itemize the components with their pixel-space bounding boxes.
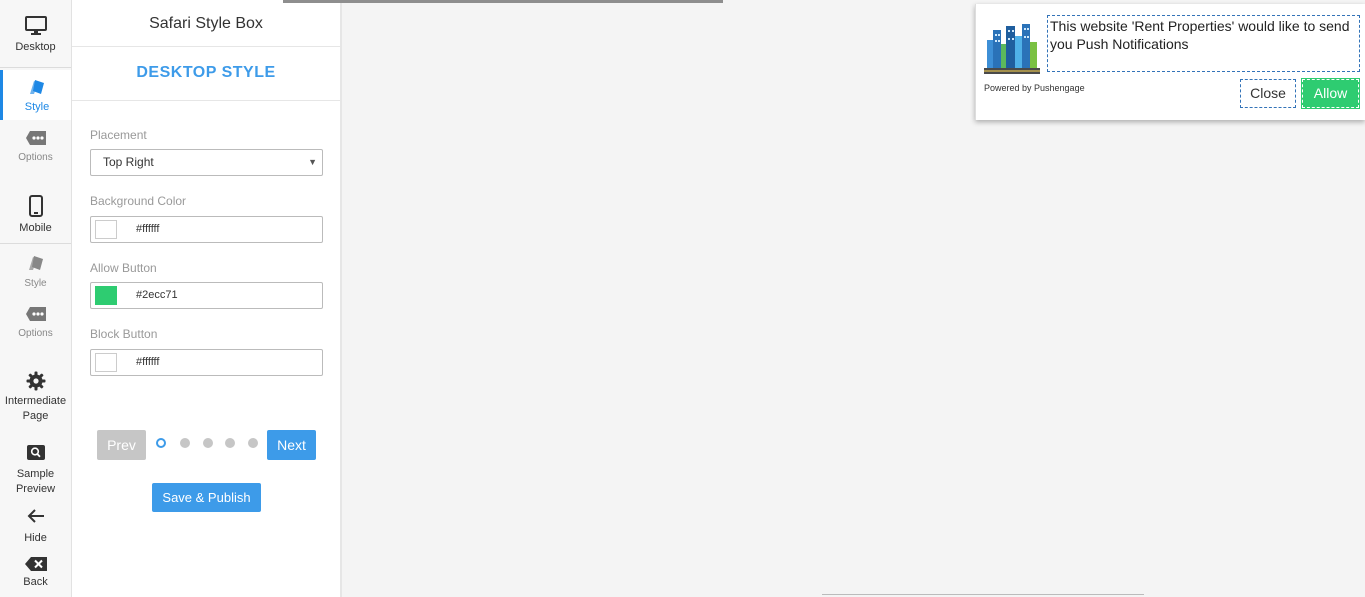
- background-color-value: #ffffff: [136, 223, 160, 235]
- block-button-value: #ffffff: [136, 356, 160, 368]
- options-icon: [25, 131, 46, 145]
- options-icon: [25, 307, 46, 321]
- close-button[interactable]: Close: [1240, 79, 1296, 108]
- allow-button-label: Allow Button: [90, 261, 157, 275]
- rail-back-label: Back: [23, 576, 48, 588]
- mobile-icon: [28, 195, 43, 217]
- next-button[interactable]: Next: [267, 430, 316, 460]
- background-color-label: Background Color: [90, 194, 187, 208]
- allow-button-swatch[interactable]: [95, 286, 117, 305]
- rail-intermediate-label-1: Intermediate: [4, 395, 67, 407]
- section-heading: DESKTOP STYLE: [72, 47, 340, 101]
- magnifier-icon: [26, 445, 45, 460]
- rail-back[interactable]: Back: [0, 556, 71, 596]
- placement-label: Placement: [90, 128, 147, 142]
- rail-divider: [0, 243, 71, 244]
- save-publish-button[interactable]: Save & Publish: [152, 483, 261, 512]
- powered-by-text: Powered by Pushengage: [984, 83, 1085, 93]
- rail-desktop-options[interactable]: Options: [0, 130, 71, 170]
- panel-title: Safari Style Box: [72, 0, 340, 47]
- rail-mobile-style-label: Style: [24, 278, 47, 289]
- caret-down-icon: ▼: [308, 157, 317, 167]
- prev-button[interactable]: Prev: [97, 430, 146, 460]
- rail-desktop-style-label: Style: [24, 101, 50, 113]
- rail-mobile-style[interactable]: Style: [0, 254, 71, 292]
- step-dot[interactable]: [248, 438, 258, 448]
- palette-icon: [30, 80, 44, 94]
- notification-message: This website 'Rent Properties' would lik…: [1047, 15, 1360, 72]
- rail-intermediate-page[interactable]: Intermediate Page: [0, 371, 71, 429]
- rail-intermediate-label-2: Page: [22, 410, 49, 422]
- preview-bottom-line: [822, 594, 1144, 595]
- rail-desktop-style[interactable]: Style: [0, 70, 71, 120]
- block-button-label: Block Button: [90, 327, 158, 341]
- rail-sample-label-1: Sample: [16, 468, 55, 480]
- rail-mobile-label: Mobile: [19, 222, 52, 234]
- rail-desktop[interactable]: Desktop: [0, 16, 71, 64]
- rail-desktop-options-label: Options: [18, 152, 53, 163]
- rail-mobile[interactable]: Mobile: [0, 195, 71, 237]
- step-dot[interactable]: [156, 438, 166, 448]
- background-color-swatch[interactable]: [95, 220, 117, 239]
- step-dot[interactable]: [203, 438, 213, 448]
- allow-button-value: #2ecc71: [136, 289, 178, 301]
- preview-top-bar: [283, 0, 723, 3]
- placement-value: Top Right: [103, 155, 154, 169]
- gear-icon: [26, 371, 45, 391]
- rail-sample-label-2: Preview: [15, 483, 56, 495]
- rail-hide-label: Hide: [24, 532, 47, 544]
- monitor-icon: [24, 16, 47, 35]
- step-dot[interactable]: [180, 438, 190, 448]
- allow-button[interactable]: Allow: [1301, 78, 1360, 109]
- rail-mobile-options-label: Options: [18, 328, 53, 339]
- rail-sample-preview[interactable]: Sample Preview: [0, 444, 71, 500]
- rail-divider: [0, 67, 71, 68]
- push-notification-box: This website 'Rent Properties' would lik…: [975, 4, 1365, 120]
- rail-desktop-label: Desktop: [15, 41, 56, 53]
- rail-mobile-options[interactable]: Options: [0, 306, 71, 344]
- background-color-field[interactable]: #ffffff: [90, 216, 323, 243]
- icon-rail: Desktop Style Options Mobile Style Optio…: [0, 0, 72, 597]
- placement-select[interactable]: Top Right ▼: [90, 149, 323, 176]
- block-button-swatch[interactable]: [95, 353, 117, 372]
- palette-icon: [28, 256, 43, 270]
- settings-panel: Safari Style Box DESKTOP STYLE Placement…: [72, 0, 342, 597]
- rail-hide[interactable]: Hide: [0, 508, 71, 548]
- backspace-icon: [24, 557, 47, 571]
- arrow-left-icon: [27, 509, 44, 523]
- step-dot[interactable]: [225, 438, 235, 448]
- block-button-color-field[interactable]: #ffffff: [90, 349, 323, 376]
- allow-button-color-field[interactable]: #2ecc71: [90, 282, 323, 309]
- city-illustration-icon: [984, 18, 1040, 74]
